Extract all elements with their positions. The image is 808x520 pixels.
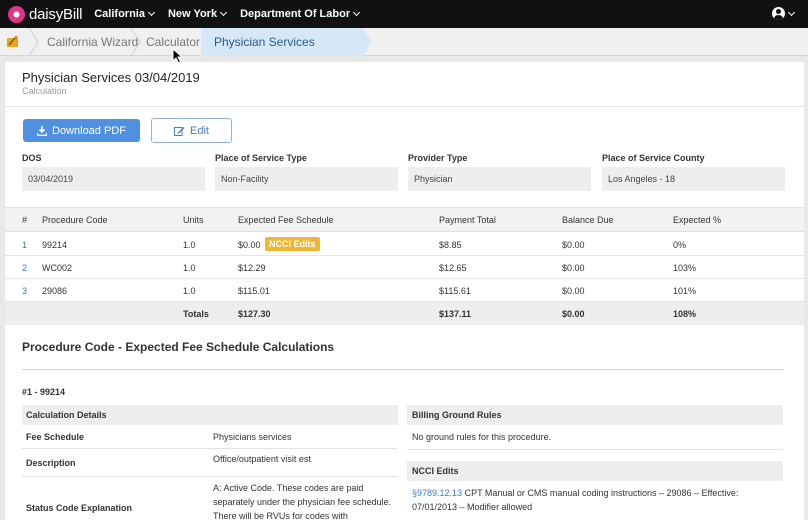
procedure-item-title: #1 - 99214	[22, 387, 66, 397]
procedure-code: WC002	[42, 263, 73, 273]
column-header: Procedure Code	[42, 215, 108, 225]
table-row: 1 99214 1.0 $0.00 NCCI Edits $8.85 $0.00…	[5, 233, 804, 256]
expected-fee: $0.00	[238, 240, 261, 250]
ncci-edits-badge[interactable]: NCCI Edits	[265, 237, 320, 251]
column-header: Units	[183, 215, 204, 225]
totals-row: Totals $127.30 $137.11 $0.00 108%	[5, 302, 804, 325]
procedure-code: 99214	[42, 240, 68, 250]
units: 1.0	[183, 240, 196, 250]
field-label-place-of-service-type: Place of Service Type	[215, 153, 307, 163]
totals-label: Totals	[183, 309, 209, 319]
chevron-down-icon	[353, 8, 361, 17]
regulation-link[interactable]: §9789.12.13	[412, 488, 462, 498]
billing-ground-rules-header: Billing Ground Rules	[407, 405, 783, 425]
procedure-code: 29086	[42, 286, 68, 296]
ncci-edits-header: NCCI Edits	[407, 461, 783, 481]
chevron-down-icon	[220, 8, 228, 17]
calculation-details-header: Calculation Details	[22, 405, 398, 425]
column-header: Expected Fee Schedule	[238, 215, 334, 225]
chevron-down-icon	[787, 8, 796, 16]
expected-percent: 0%	[673, 240, 687, 250]
section-title: Procedure Code - Expected Fee Schedule C…	[22, 340, 335, 354]
place-of-service-type-field: Non-Facility	[215, 167, 398, 191]
divider	[407, 449, 783, 450]
page-subtitle: Calculation	[22, 86, 67, 96]
column-header: #	[22, 215, 28, 225]
table-header: # Procedure Code Units Expected Fee Sche…	[5, 207, 804, 232]
daisy-icon	[8, 5, 25, 23]
edit-button[interactable]: Edit	[151, 118, 232, 143]
units: 1.0	[183, 263, 196, 273]
detail-key: Description	[26, 458, 76, 468]
ground-rules-text: No ground rules for this procedure.	[412, 432, 552, 442]
user-icon	[772, 7, 785, 20]
detail-key: Status Code Explanation	[26, 503, 133, 513]
breadcrumb-current: Physician Services 03/04/2019	[201, 28, 372, 77]
daisybill-logo[interactable]: daisyBill	[8, 5, 83, 23]
logo-text: daisyBill	[29, 5, 83, 23]
detail-value: Office/outpatient visit est	[213, 454, 311, 464]
menu-california[interactable]: California	[94, 8, 156, 20]
divider	[5, 106, 804, 107]
detail-row: Fee Schedule Physicians services	[22, 426, 398, 449]
balance-due: $0.00	[562, 263, 585, 273]
payment-total: $8.85	[439, 240, 462, 250]
top-navbar: daisyBill California New York Department…	[0, 0, 808, 28]
balance-due: $0.00	[562, 286, 585, 296]
payment-total: $115.61	[439, 286, 471, 296]
expected-percent: 101%	[673, 286, 697, 296]
expected-fee: $115.01	[238, 286, 270, 296]
total-payment: $137.11	[439, 309, 472, 319]
download-pdf-label: Download PDF	[52, 124, 126, 137]
balance-due: $0.00	[562, 240, 585, 250]
breadcrumb: California Wizard Calculator Physician S…	[0, 28, 808, 77]
ncci-edit-description: §9789.12.13 CPT Manual or CMS manual cod…	[412, 486, 772, 514]
field-label-dos: DOS	[22, 153, 42, 163]
breadcrumb-separator	[130, 28, 141, 56]
table-row: 3 29086 1.0 $115.01 $115.61 $0.00 101%	[5, 279, 804, 302]
edit-label: Edit	[190, 124, 209, 137]
main-panel: Physician Services 03/04/2019 Calculatio…	[5, 62, 804, 520]
expected-fee: $12.29	[238, 263, 266, 273]
column-header: Expected %	[673, 215, 722, 225]
units: 1.0	[183, 286, 196, 296]
menu-label: Department Of Labor	[240, 8, 351, 20]
total-expected-percent: 108%	[673, 309, 697, 319]
detail-value: A: Active Code. These codes are paid sep…	[213, 483, 392, 520]
total-balance-due: $0.00	[562, 309, 585, 319]
breadcrumb-separator	[28, 28, 39, 56]
expected-percent: 103%	[673, 263, 697, 273]
menu-department-of-labor[interactable]: Department Of Labor	[240, 8, 361, 20]
row-number-link[interactable]: 2	[22, 263, 27, 273]
edit-icon	[174, 126, 185, 136]
detail-value: Physicians services	[213, 432, 292, 442]
detail-row: Description Office/outpatient visit est	[22, 449, 398, 477]
menu-label: California	[94, 8, 145, 20]
column-header: Balance Due	[562, 215, 614, 225]
page-title: Physician Services 03/04/2019	[22, 70, 200, 85]
menu-label: New York	[167, 8, 218, 20]
breadcrumb-california-wizard[interactable]: California Wizard	[47, 28, 138, 56]
provider-type-field: Physician	[408, 167, 591, 191]
table-row: 2 WC002 1.0 $12.29 $12.65 $0.00 103%	[5, 256, 804, 279]
calculator-wizard-icon[interactable]	[6, 35, 20, 48]
divider	[22, 369, 784, 370]
field-label-place-of-service-county: Place of Service County	[602, 153, 705, 163]
detail-row: Status Code Explanation A: Active Code. …	[22, 477, 398, 520]
total-expected-fee: $127.30	[238, 309, 271, 319]
user-menu[interactable]	[772, 7, 796, 20]
download-icon	[37, 125, 47, 136]
field-label-provider-type: Provider Type	[408, 153, 468, 163]
menu-new-york[interactable]: New York	[167, 8, 228, 20]
dos-field: 03/04/2019	[22, 167, 205, 191]
download-pdf-button[interactable]: Download PDF	[23, 119, 140, 142]
place-of-service-county-field: Los Angeles - 18	[602, 167, 785, 191]
column-header: Payment Total	[439, 215, 496, 225]
chevron-down-icon	[147, 8, 156, 17]
row-number-link[interactable]: 1	[22, 240, 27, 250]
row-number-link[interactable]: 3	[22, 286, 27, 296]
detail-key: Fee Schedule	[26, 432, 85, 442]
payment-total: $12.65	[439, 263, 467, 273]
